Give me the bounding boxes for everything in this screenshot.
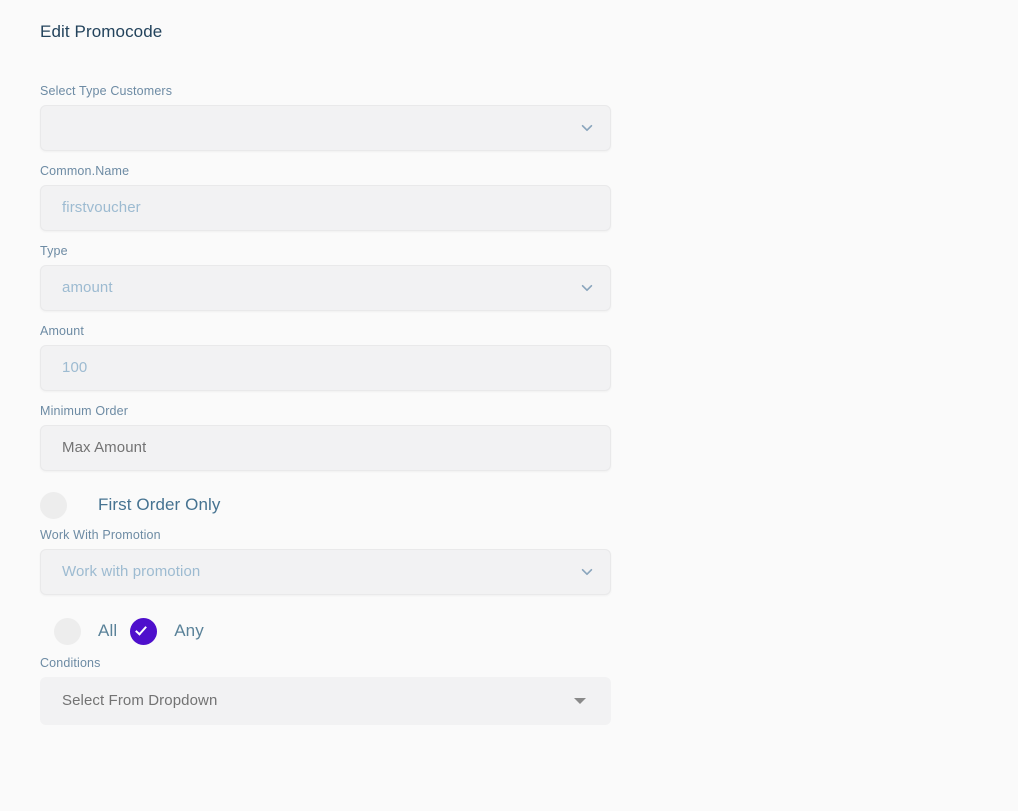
amount-input[interactable]: 100: [40, 345, 611, 391]
select-type-customers-dropdown[interactable]: [40, 105, 611, 151]
chevron-down-icon: [580, 565, 594, 579]
minimum-order-label: Minimum Order: [40, 404, 129, 418]
field-conditions: Conditions Select From Dropdown: [40, 655, 611, 725]
type-dropdown[interactable]: amount: [40, 265, 611, 311]
conditions-dropdown[interactable]: Select From Dropdown: [40, 677, 611, 725]
work-with-promotion-label: Work With Promotion: [40, 528, 161, 542]
common-name-label: Common.Name: [40, 164, 130, 178]
minimum-order-placeholder: Max Amount: [62, 439, 147, 456]
match-mode-any-radio[interactable]: [130, 617, 158, 645]
amount-placeholder: 100: [62, 359, 88, 376]
work-with-promotion-placeholder: Work with promotion: [62, 563, 201, 580]
first-order-only-label: First Order Only: [98, 495, 221, 514]
chevron-down-icon: [580, 281, 594, 295]
match-mode-all-radio[interactable]: [54, 617, 81, 645]
common-name-placeholder: firstvoucher: [62, 199, 141, 216]
edit-promocode-page: Edit Promocode Select Type Customers Com…: [0, 0, 1018, 811]
amount-label: Amount: [40, 324, 84, 338]
field-common-name: Common.Name firstvoucher: [40, 163, 611, 231]
field-select-type-customers: Select Type Customers: [40, 83, 611, 151]
minimum-order-input[interactable]: Max Amount: [40, 425, 611, 471]
work-with-promotion-dropdown[interactable]: Work with promotion: [40, 549, 611, 595]
chevron-down-icon: [580, 121, 594, 135]
first-order-only-row[interactable]: First Order Only: [40, 485, 611, 525]
match-mode-all-label: All: [98, 621, 118, 640]
select-type-customers-label: Select Type Customers: [40, 84, 173, 98]
field-minimum-order: Minimum Order Max Amount: [40, 403, 611, 471]
page-title: Edit Promocode: [40, 22, 163, 41]
first-order-only-radio[interactable]: [40, 491, 67, 519]
type-placeholder: amount: [62, 279, 113, 296]
match-mode-row: All Any: [40, 611, 611, 651]
caret-down-icon: [574, 698, 586, 704]
match-mode-any-label: Any: [174, 621, 204, 640]
conditions-label: Conditions: [40, 656, 101, 670]
field-amount: Amount 100: [40, 323, 611, 391]
promocode-form: Select Type Customers Common.Name firstv…: [40, 83, 611, 725]
field-type: Type amount: [40, 243, 611, 311]
type-label: Type: [40, 244, 68, 258]
conditions-placeholder: Select From Dropdown: [62, 692, 218, 709]
field-work-with-promotion: Work With Promotion Work with promotion: [40, 527, 611, 595]
common-name-input[interactable]: firstvoucher: [40, 185, 611, 231]
